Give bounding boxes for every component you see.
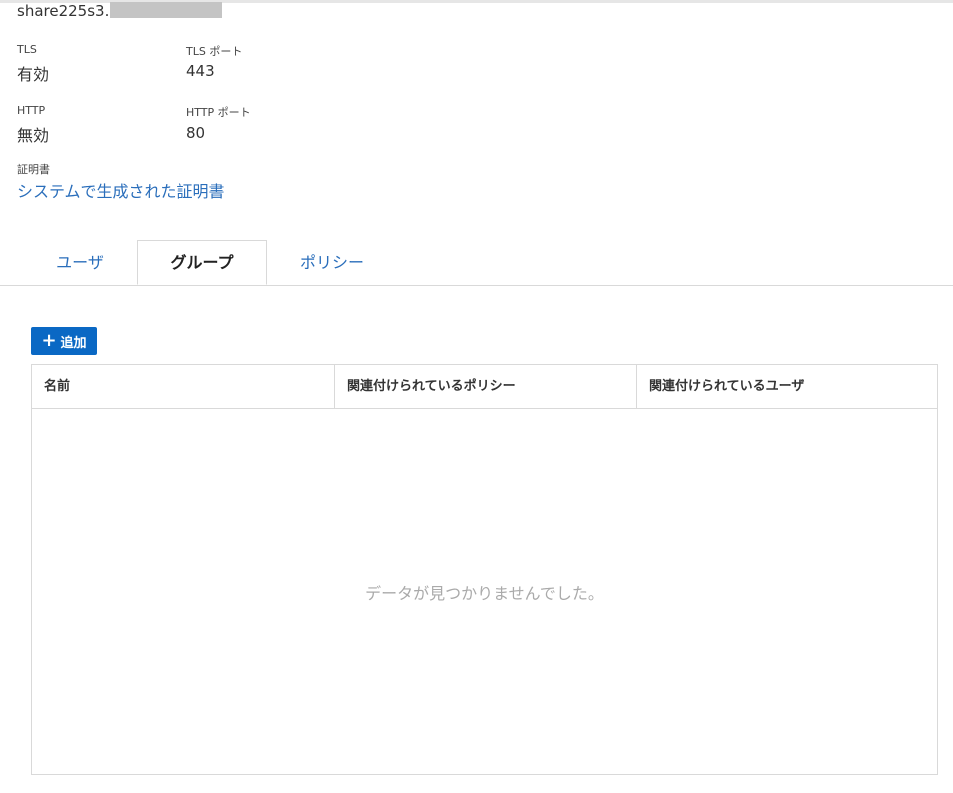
tab-groups[interactable]: グループ	[137, 240, 267, 285]
certificate-link[interactable]: システムで生成された証明書	[17, 178, 225, 202]
tls-label: TLS	[17, 43, 37, 56]
add-button[interactable]: + 追加	[31, 327, 97, 355]
tab-users[interactable]: ユーザ	[0, 240, 160, 285]
plus-icon: +	[41, 330, 57, 351]
certificate-label: 証明書	[17, 163, 50, 176]
column-header-name[interactable]: 名前	[32, 365, 334, 408]
column-header-associated-users[interactable]: 関連付けられているユーザ	[636, 365, 937, 408]
tabs-divider	[0, 285, 953, 286]
groups-table: 名前 関連付けられているポリシー 関連付けられているユーザ データが見つかりませ…	[31, 364, 938, 775]
add-button-label: 追加	[60, 335, 87, 351]
http-port-label: HTTP ポート	[186, 106, 251, 119]
tab-policies[interactable]: ポリシー	[267, 240, 397, 285]
http-value: 無効	[17, 126, 50, 145]
http-port-value: 80	[186, 124, 206, 142]
column-header-associated-policies[interactable]: 関連付けられているポリシー	[334, 365, 636, 408]
http-label: HTTP	[17, 104, 46, 117]
tls-port-value: 443	[186, 62, 215, 80]
empty-state: データが見つかりませんでした。	[32, 409, 937, 774]
hostname-text: share225s3.	[17, 2, 110, 20]
redacted-mask	[110, 2, 223, 18]
hostname: share225s3.	[17, 2, 223, 20]
table-header: 名前 関連付けられているポリシー 関連付けられているユーザ	[32, 365, 937, 409]
empty-message: データが見つかりませんでした。	[365, 583, 604, 603]
tls-value: 有効	[17, 65, 50, 84]
page: share225s3. TLS 有効 TLS ポート 443 HTTP 無効 H…	[0, 0, 953, 793]
tls-port-label: TLS ポート	[186, 45, 243, 58]
